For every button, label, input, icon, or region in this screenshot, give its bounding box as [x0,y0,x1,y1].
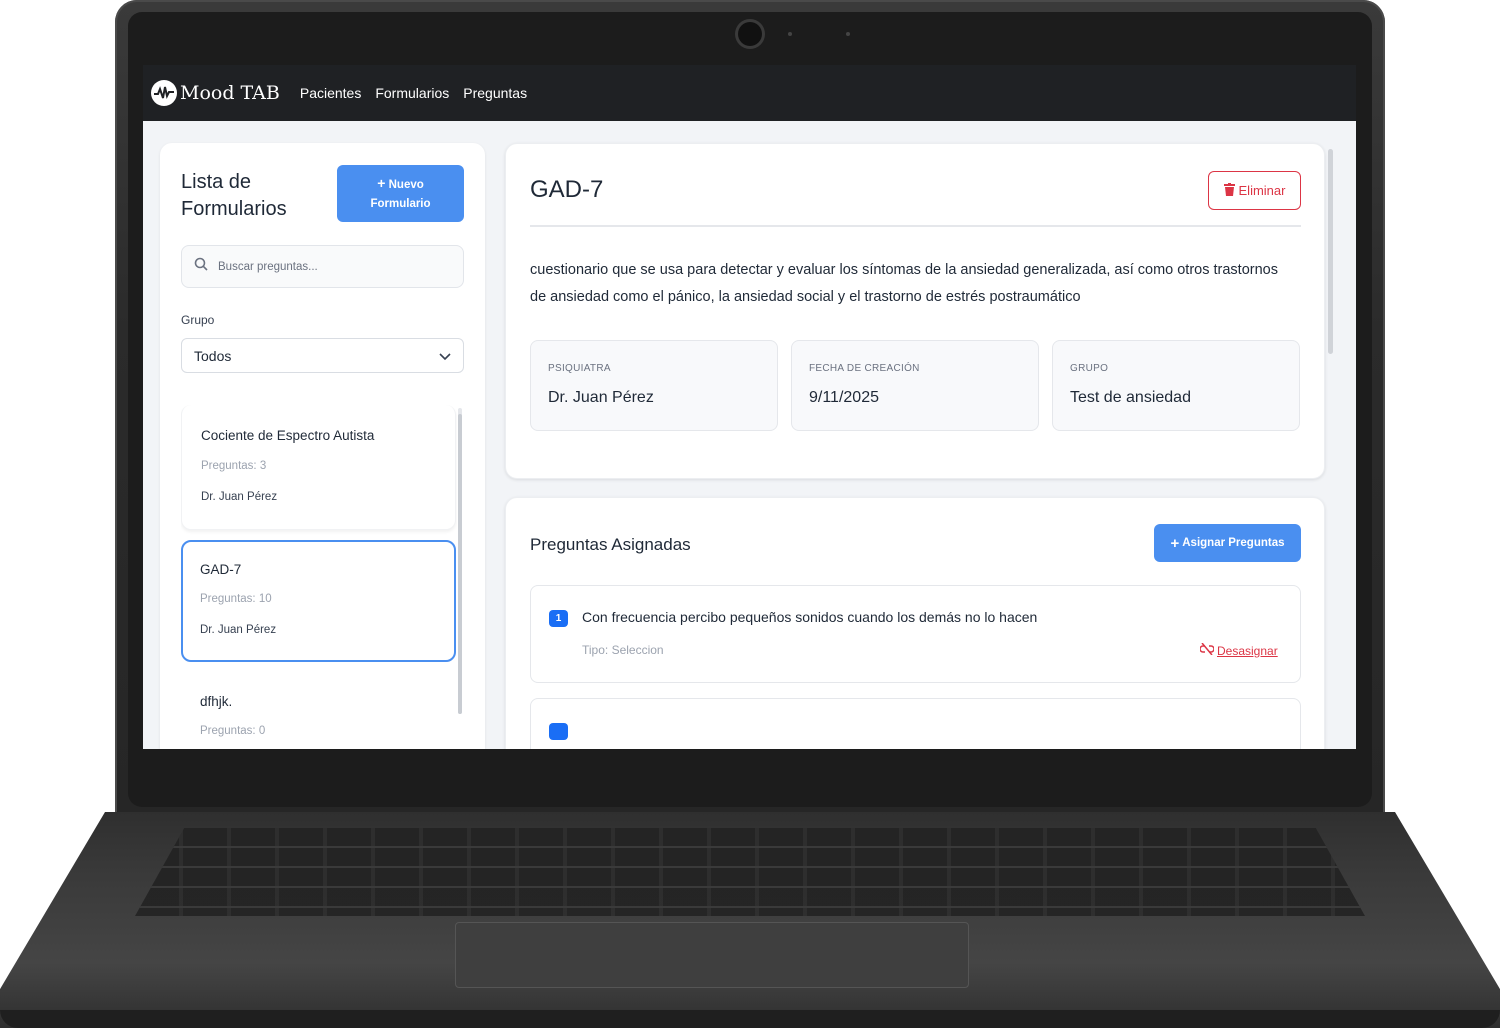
form-list-scrollbar[interactable] [458,408,462,714]
sidebar-title: Lista de Formularios [181,171,287,220]
form-item-doctor: Dr. Juan Pérez [201,491,278,503]
touchpad [455,922,969,988]
info-label: PSIQUIATRA [548,363,611,374]
laptop-front-edge [0,1010,1500,1028]
brand-name: Mood TAB [180,82,280,104]
question-number-badge [549,723,568,740]
group-label: Grupo [181,313,215,327]
keyboard-rows [135,828,1365,916]
form-item-name: GAD-7 [200,562,242,577]
divider [530,225,1301,227]
question-number-badge: 1 [549,610,568,627]
assigned-questions-card: Preguntas Asignadas + Asignar Preguntas … [505,497,1325,749]
form-title: GAD-7 [530,176,604,203]
new-form-button[interactable]: + Nuevo Formulario [337,165,464,222]
form-item-name: dfhjk. [200,694,233,709]
unassign-label: Desasignar [1217,643,1278,658]
new-form-button-label-line2: Formulario [370,197,431,210]
form-item-count: Preguntas: 0 [200,725,266,737]
unassign-link[interactable]: Desasignar [1199,642,1278,658]
form-list-item[interactable]: Cociente de Espectro Autista Preguntas: … [181,405,456,530]
form-item-count: Preguntas: 3 [201,460,267,472]
form-list-item[interactable]: dfhjk. Preguntas: 0 [181,672,456,749]
brand[interactable]: Mood TAB [151,80,280,106]
nav-link-preguntas[interactable]: Preguntas [463,85,527,101]
form-list-scrollbar-thumb[interactable] [458,414,462,714]
group-select[interactable]: Todos [181,338,464,373]
info-value: Test de ansiedad [1070,389,1191,406]
delete-button-label: Eliminar [1238,183,1286,198]
nav-link-formularios[interactable]: Formularios [375,85,449,101]
camera-indicator-dot [846,32,850,36]
assign-questions-label: Asignar Preguntas [1182,537,1285,549]
form-detail-card: GAD-7 Eliminar cuestionario que se usa p… [505,143,1325,479]
info-value: Dr. Juan Pérez [548,389,654,406]
webcam [738,22,762,46]
info-label: GRUPO [1070,363,1109,374]
top-navbar: Mood TAB Pacientes Formularios Preguntas [143,65,1356,121]
info-box-fecha: FECHA DE CREACIÓN 9/11/2025 [791,340,1039,431]
forms-sidebar: Lista de Formularios + Nuevo Formulario … [160,143,485,749]
main-scrollbar[interactable] [1328,145,1334,723]
chevron-down-icon [439,348,451,364]
question-text: Con frecuencia percibo pequeños sonidos … [582,609,1038,625]
main-scrollbar-thumb[interactable] [1328,149,1333,354]
form-list-item-selected[interactable]: GAD-7 Preguntas: 10 Dr. Juan Pérez [181,540,456,662]
app-screen: Mood TAB Pacientes Formularios Preguntas… [143,65,1356,749]
trash-icon [1223,182,1235,199]
info-box-psiquiatra: PSIQUIATRA Dr. Juan Pérez [530,340,778,431]
new-form-button-label-line1: + Nuevo [377,174,424,191]
nav-link-pacientes[interactable]: Pacientes [300,85,361,101]
info-value: 9/11/2025 [809,389,879,406]
form-item-count: Preguntas: 10 [200,593,272,605]
search-box[interactable] [181,245,464,288]
form-description: cuestionario que se usa para detectar y … [530,262,1278,305]
plus-icon: + [1170,534,1180,552]
question-item [530,698,1301,749]
question-type: Tipo: Seleccion [582,643,664,657]
assigned-questions-title: Preguntas Asignadas [530,535,691,554]
assign-questions-button[interactable]: + Asignar Preguntas [1154,524,1301,562]
question-item: 1 Con frecuencia percibo pequeños sonido… [530,585,1301,683]
search-icon [194,257,208,276]
info-label: FECHA DE CREACIÓN [809,363,920,374]
info-box-grupo: GRUPO Test de ansiedad [1052,340,1300,431]
form-item-name: Cociente de Espectro Autista [201,428,375,443]
group-select-value: Todos [194,347,232,364]
search-input[interactable] [218,260,438,273]
brain-icon [151,80,177,106]
camera-indicator-dot [788,32,792,36]
form-item-doctor: Dr. Juan Pérez [200,624,277,636]
delete-button[interactable]: Eliminar [1208,171,1301,210]
unlink-icon [1199,642,1215,658]
plus-icon: + [377,174,386,191]
form-list: Cociente de Espectro Autista Preguntas: … [181,405,457,749]
